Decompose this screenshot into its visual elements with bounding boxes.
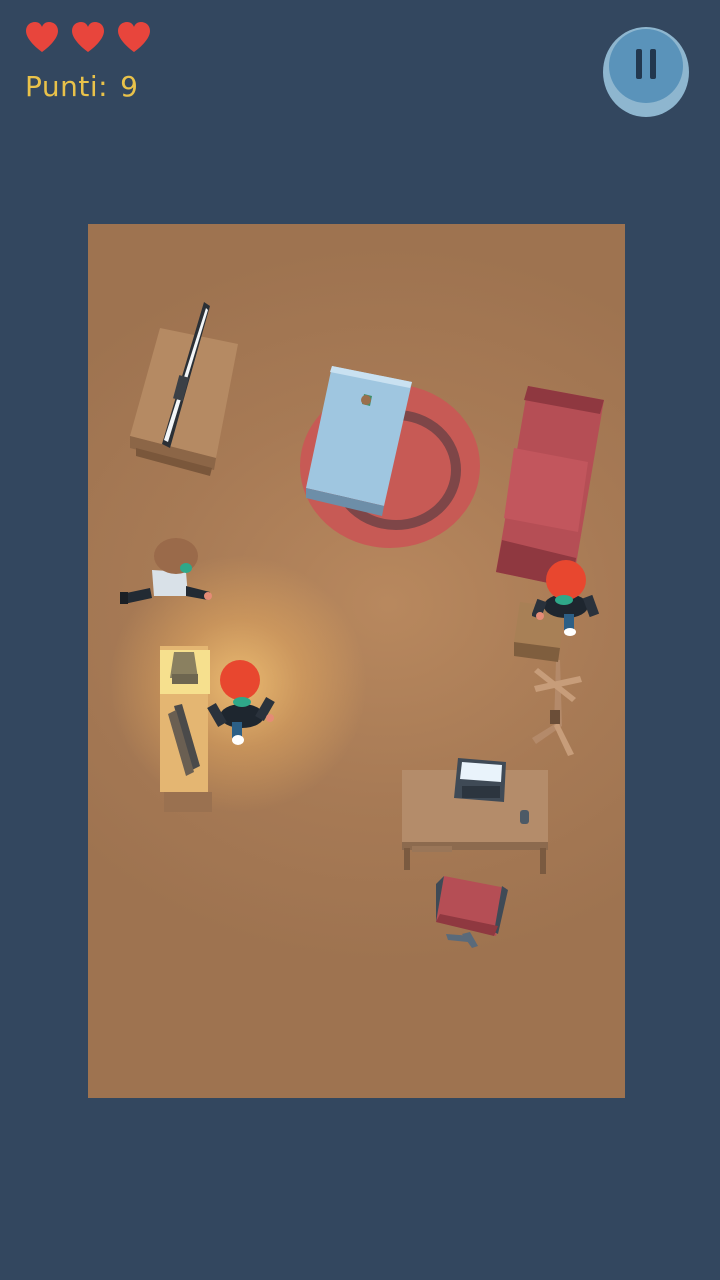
heart-icon [118,22,150,52]
score-display: Punti: 9 [25,70,138,103]
glass-coffee-table [306,366,412,516]
desk-with-laptop [402,758,548,874]
heart-icon [26,22,58,52]
pause-button[interactable] [603,27,689,117]
sleeping-guard-character [120,538,212,604]
pause-icon [609,29,683,103]
tv-stand [130,302,238,476]
heart-icon [72,22,104,52]
office-chair [436,876,508,948]
coat-rack [532,660,582,756]
player-character[interactable] [206,656,276,748]
guard-character [532,560,600,636]
score-value: 9 [120,70,139,103]
game-room-floor[interactable] [88,224,625,1098]
score-label: Punti: [25,70,109,103]
lives-display [24,20,152,54]
